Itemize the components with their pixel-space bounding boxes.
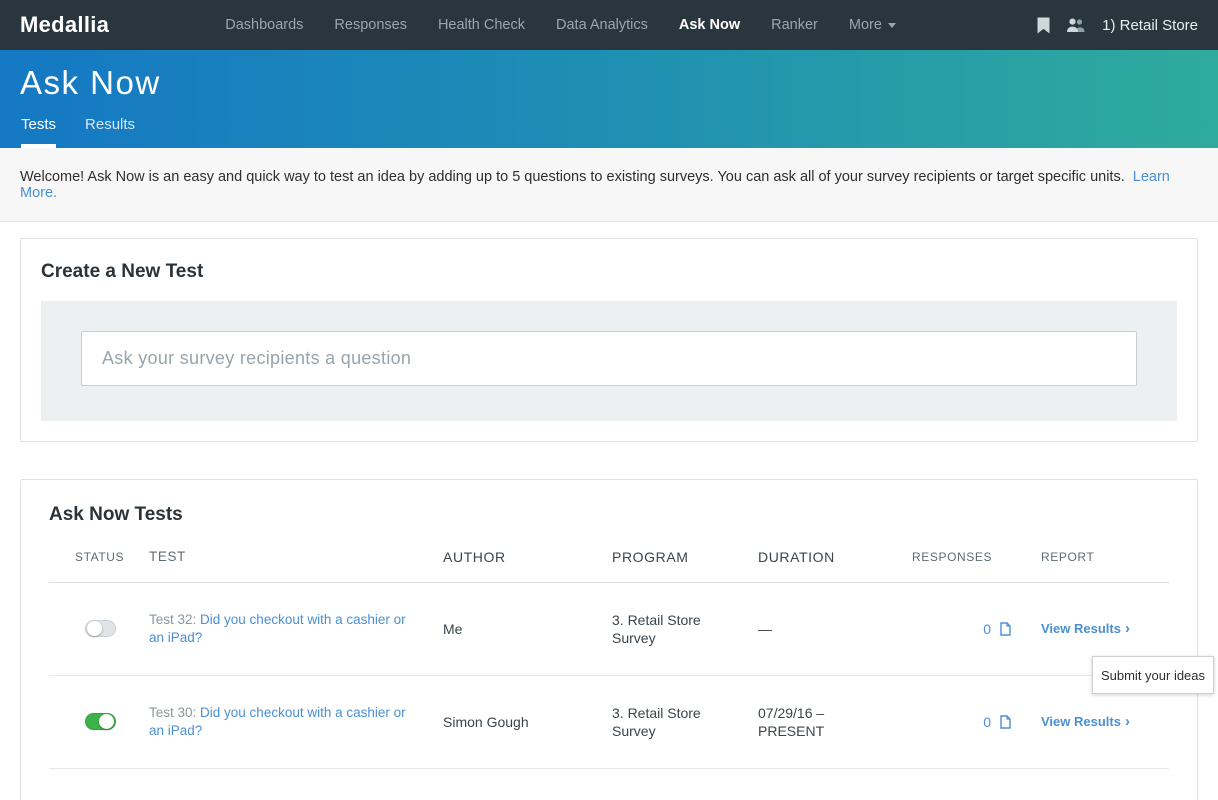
raw-data-icon[interactable] bbox=[1000, 622, 1011, 636]
nav-ask-now[interactable]: Ask Now bbox=[679, 17, 740, 33]
view-results-label: View Results bbox=[1041, 621, 1121, 636]
page-header: Ask Now Tests Results bbox=[0, 50, 1218, 148]
col-header-responses: RESPONSES bbox=[912, 550, 1041, 564]
toggle-knob bbox=[87, 621, 102, 636]
medallia-logo[interactable]: Medallia bbox=[20, 12, 109, 38]
chevron-right-icon: › bbox=[1125, 621, 1130, 636]
program-cell: 3. Retail Store Survey bbox=[612, 704, 758, 740]
create-test-card: Create a New Test bbox=[20, 238, 1198, 442]
chevron-right-icon: › bbox=[1125, 714, 1130, 729]
welcome-text: Welcome! Ask Now is an easy and quick wa… bbox=[20, 169, 1125, 185]
nav-more-label: More bbox=[849, 17, 882, 33]
nav-more[interactable]: More bbox=[849, 17, 896, 33]
col-header-duration: DURATION bbox=[758, 548, 912, 566]
nav-health-check[interactable]: Health Check bbox=[438, 17, 525, 33]
new-test-question-input[interactable] bbox=[81, 331, 1137, 386]
program-cell: 3. Retail Store Survey bbox=[612, 611, 758, 647]
responses-count-link[interactable]: 0 bbox=[983, 621, 991, 637]
welcome-banner: Welcome! Ask Now is an easy and quick wa… bbox=[0, 148, 1218, 222]
view-results-link[interactable]: View Results › bbox=[1041, 621, 1130, 636]
nav-dashboards[interactable]: Dashboards bbox=[225, 17, 303, 33]
page-title: Ask Now bbox=[20, 64, 1198, 102]
question-panel bbox=[41, 301, 1177, 421]
col-header-author: AUTHOR bbox=[443, 549, 612, 565]
tab-tests[interactable]: Tests bbox=[21, 116, 56, 148]
test-id-label: Test 30: bbox=[149, 705, 200, 720]
bookmark-icon[interactable] bbox=[1037, 17, 1050, 34]
caret-down-icon bbox=[888, 23, 896, 28]
responses-count-link[interactable]: 0 bbox=[983, 714, 991, 730]
nav-items: Dashboards Responses Health Check Data A… bbox=[225, 17, 896, 33]
nav-data-analytics[interactable]: Data Analytics bbox=[556, 17, 648, 33]
submit-ideas-button[interactable]: Submit your ideas bbox=[1092, 656, 1214, 694]
create-test-title: Create a New Test bbox=[41, 261, 1177, 283]
nav-ranker[interactable]: Ranker bbox=[771, 17, 818, 33]
ask-now-tests-card: Ask Now Tests STATUS TEST AUTHOR PROGRAM… bbox=[20, 479, 1198, 800]
author-cell: Simon Gough bbox=[443, 714, 612, 730]
col-header-test: TEST bbox=[149, 548, 443, 566]
table-header-row: STATUS TEST AUTHOR PROGRAM DURATION RESP… bbox=[49, 548, 1169, 583]
topnav-right: 1) Retail Store bbox=[1037, 17, 1198, 34]
status-toggle[interactable] bbox=[85, 620, 116, 637]
toggle-knob bbox=[99, 714, 114, 729]
view-results-label: View Results bbox=[1041, 714, 1121, 729]
table-row: Test 30: Did you checkout with a cashier… bbox=[49, 676, 1169, 769]
top-navigation: Medallia Dashboards Responses Health Che… bbox=[0, 0, 1218, 50]
col-header-report: REPORT bbox=[1041, 550, 1169, 564]
status-toggle[interactable] bbox=[85, 713, 116, 730]
raw-data-icon[interactable] bbox=[1000, 715, 1011, 729]
test-id-label: Test 32: bbox=[149, 612, 200, 627]
duration-cell: 07/29/16 – PRESENT bbox=[758, 704, 912, 740]
tests-table-title: Ask Now Tests bbox=[49, 504, 1169, 526]
table-row: Test 28: Associate Friendliness Simon Go… bbox=[49, 769, 1169, 800]
duration-cell: — bbox=[758, 620, 912, 638]
users-icon[interactable] bbox=[1065, 18, 1087, 33]
table-row: Test 32: Did you checkout with a cashier… bbox=[49, 583, 1169, 676]
nav-responses[interactable]: Responses bbox=[334, 17, 407, 33]
header-tabs: Tests Results bbox=[21, 116, 135, 148]
author-cell: Me bbox=[443, 621, 612, 637]
view-results-link[interactable]: View Results › bbox=[1041, 714, 1130, 729]
col-header-status: STATUS bbox=[75, 550, 149, 564]
tab-results[interactable]: Results bbox=[85, 116, 135, 148]
col-header-program: PROGRAM bbox=[612, 548, 758, 566]
account-selector[interactable]: 1) Retail Store bbox=[1102, 17, 1198, 34]
